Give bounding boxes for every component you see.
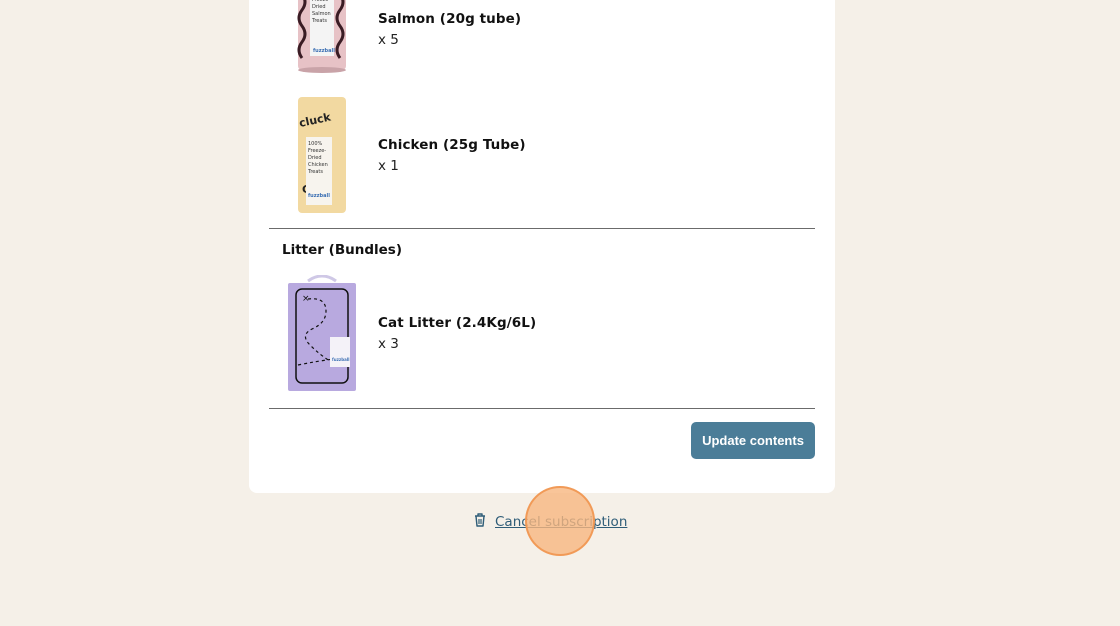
product-item-cat-litter: × fuzzball Cat Litter (2.4Kg/6L) x 3: [282, 275, 536, 391]
svg-text:fuzzball: fuzzball: [313, 48, 335, 54]
section-divider: [269, 408, 815, 409]
product-quantity: x 1: [378, 157, 399, 174]
svg-text:100%: 100%: [308, 141, 323, 147]
product-name: Salmon (20g tube): [378, 10, 522, 27]
section-divider: [269, 228, 815, 229]
product-item-chicken: cluck cl C 100% Freeze- Dried Chicken Tr…: [282, 97, 526, 213]
svg-text:Chicken: Chicken: [308, 162, 328, 168]
update-contents-button[interactable]: Update contents: [691, 422, 815, 459]
svg-text:Treats: Treats: [311, 18, 327, 24]
cat-litter-bag-image: × fuzzball: [282, 275, 362, 391]
product-name: Chicken (25g Tube): [378, 136, 526, 153]
section-heading-litter: Litter (Bundles): [282, 242, 402, 258]
cancel-subscription-link[interactable]: Cancel subscription: [495, 514, 627, 530]
salmon-tube-image: 100% Freeze- Dried Salmon Treats fuzzbal…: [282, 0, 362, 74]
product-quantity: x 5: [378, 31, 399, 48]
svg-text:fuzzball: fuzzball: [332, 357, 350, 362]
chicken-tube-image: cluck cl C 100% Freeze- Dried Chicken Tr…: [282, 97, 362, 213]
svg-text:Treats: Treats: [307, 169, 323, 175]
svg-text:Dried: Dried: [308, 155, 322, 161]
svg-text:Salmon: Salmon: [312, 11, 331, 17]
svg-text:Freeze-: Freeze-: [312, 0, 330, 3]
subscription-contents-card: 100% Freeze- Dried Salmon Treats fuzzbal…: [249, 0, 835, 493]
svg-text:Dried: Dried: [312, 4, 326, 10]
trash-icon: [473, 512, 487, 532]
cancel-subscription-row[interactable]: Cancel subscription: [473, 512, 627, 532]
product-name: Cat Litter (2.4Kg/6L): [378, 314, 537, 331]
svg-text:Freeze-: Freeze-: [308, 148, 326, 154]
product-item-salmon: 100% Freeze- Dried Salmon Treats fuzzbal…: [282, 0, 521, 74]
product-quantity: x 3: [378, 335, 399, 352]
svg-text:fuzzball: fuzzball: [308, 193, 330, 199]
